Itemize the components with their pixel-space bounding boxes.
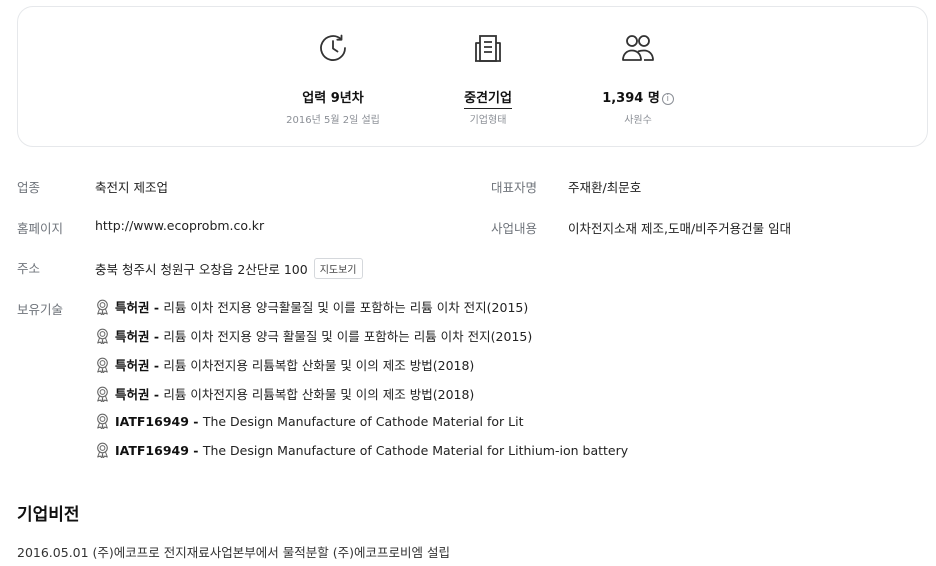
tech-kind: 특허권: [115, 300, 150, 315]
company-summary-card: 업력 9년차 2016년 5월 2일 설립 중견기업 기업형태 1,394 명i…: [17, 6, 928, 147]
tech-item: 특허권 - 리튬 이차전지용 리튬복합 산화물 및 이의 제조 방법(2018): [95, 384, 474, 403]
stat-years-value: 업력 9년차: [302, 91, 364, 106]
tech-desc: 리튬 이차전지용 리튬복합 산화물 및 이의 제조 방법(2018): [163, 358, 475, 373]
tech-desc: 리튬 이차 전지용 양극활물질 및 이를 포함하는 리튬 이차 전지(2015): [163, 300, 529, 315]
tech-label: 보유기술: [17, 302, 64, 317]
homepage-label: 홈페이지: [17, 221, 64, 236]
tech-kind: 특허권: [115, 329, 150, 344]
tech-item: 특허권 - 리튬 이차전지용 리튬복합 산화물 및 이의 제조 방법(2018): [95, 355, 474, 374]
award-icon: [97, 357, 108, 373]
tech-kind: 특허권: [115, 387, 150, 402]
address-row: 충북 청주시 청원구 오창읍 2산단로 100 지도보기: [95, 258, 363, 279]
tech-kind: IATF16949: [115, 414, 189, 429]
homepage-link[interactable]: http://www.ecoprobm.co.kr: [95, 218, 264, 233]
stat-company-type-value[interactable]: 중견기업: [464, 91, 512, 109]
clock-icon: [320, 34, 346, 61]
business-label: 사업내용: [491, 221, 538, 236]
award-icon: [97, 299, 108, 315]
award-icon: [97, 442, 108, 458]
tech-separator: -: [149, 300, 164, 315]
industry-value: 축전지 제조업: [95, 180, 168, 195]
tech-item: 특허권 - 리튬 이차 전지용 양극 활물질 및 이를 포함하는 리튬 이차 전…: [95, 326, 532, 345]
building-icon: [475, 35, 501, 62]
info-icon[interactable]: i: [661, 93, 674, 105]
award-icon: [97, 413, 108, 429]
tech-item: 특허권 - 리튬 이차 전지용 양극활물질 및 이를 포함하는 리튬 이차 전지…: [95, 297, 528, 316]
tech-kind: IATF16949: [115, 443, 189, 458]
address-value: 충북 청주시 청원구 오창읍 2산단로 100: [95, 262, 308, 277]
tech-desc: The Design Manufacture of Cathode Materi…: [202, 414, 524, 429]
stat-company-type-sub: 기업형태: [469, 115, 507, 126]
ceo-value: 주재환/최문호: [568, 180, 642, 195]
tech-separator: -: [149, 387, 164, 402]
stat-years-sub: 2016년 5월 2일 설립: [286, 115, 380, 126]
tech-kind: 특허권: [115, 358, 150, 373]
award-icon: [97, 386, 108, 402]
people-icon: [622, 35, 654, 61]
stat-employees-value: 1,394 명: [602, 91, 660, 106]
business-value: 이차전지소재 제조,도매/비주거용건물 임대: [568, 221, 792, 236]
tech-separator: -: [188, 443, 203, 458]
industry-label: 업종: [17, 180, 41, 195]
tech-separator: -: [188, 414, 203, 429]
tech-separator: -: [149, 329, 164, 344]
ceo-label: 대표자명: [491, 180, 538, 195]
tech-desc: The Design Manufacture of Cathode Materi…: [202, 443, 629, 458]
tech-item: IATF16949 - The Design Manufacture of Ca…: [95, 442, 628, 458]
tech-desc: 리튬 이차전지용 리튬복합 산화물 및 이의 제조 방법(2018): [163, 387, 475, 402]
vision-text: 2016.05.01 (주)에코프로 전지재료사업본부에서 물적분할 (주)에코…: [17, 545, 450, 560]
award-icon: [97, 328, 108, 344]
tech-desc: 리튬 이차 전지용 양극 활물질 및 이를 포함하는 리튬 이차 전지(2015…: [163, 329, 533, 344]
tech-separator: -: [149, 358, 164, 373]
vision-title: 기업비전: [17, 505, 80, 525]
address-label: 주소: [17, 261, 41, 276]
map-view-button[interactable]: 지도보기: [313, 258, 363, 279]
stat-employees-sub: 사원수: [624, 115, 652, 126]
tech-item: IATF16949 - The Design Manufacture of Ca…: [95, 413, 524, 429]
